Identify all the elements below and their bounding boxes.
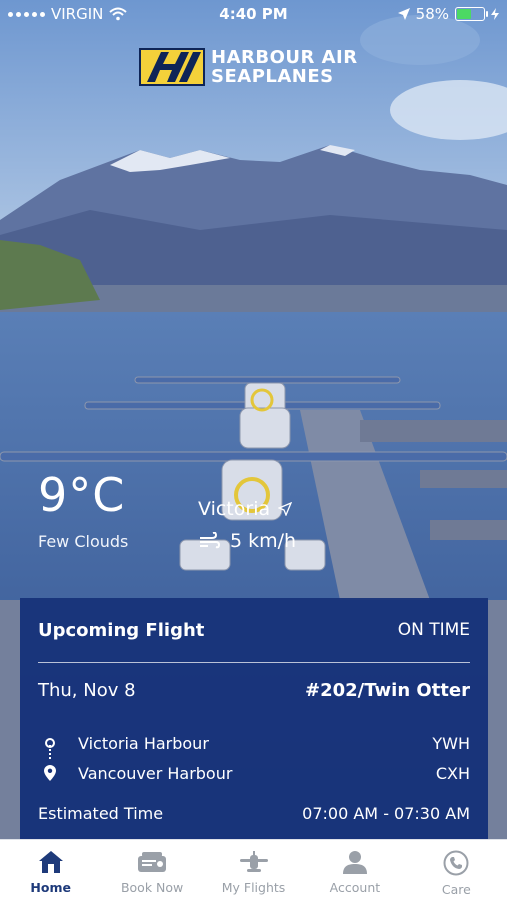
tab-care[interactable]: Care bbox=[406, 840, 507, 900]
tab-book-now-label: Book Now bbox=[120, 880, 184, 895]
weather-temperature: 9°C bbox=[38, 468, 126, 522]
route-destination: Vancouver Harbour CXH bbox=[38, 758, 470, 788]
upcoming-flight-card[interactable]: Upcoming Flight ON TIME Thu, Nov 8 #202/… bbox=[20, 598, 488, 840]
tab-home[interactable]: Home bbox=[0, 840, 101, 900]
tab-home-label: Home bbox=[30, 880, 71, 895]
tab-care-label: Care bbox=[441, 882, 471, 897]
home-icon bbox=[38, 851, 63, 873]
status-right: 58% bbox=[397, 5, 499, 23]
phone-icon bbox=[443, 850, 469, 876]
home-screen: VIRGIN 4:40 PM 58% HARBOUR AIR SEAPLANES… bbox=[0, 0, 507, 900]
map-pin-icon bbox=[44, 765, 56, 781]
tab-account-label: Account bbox=[329, 880, 381, 895]
wind-speed: 5 km/h bbox=[230, 530, 297, 552]
logo-line1: HARBOUR AIR bbox=[211, 47, 358, 68]
card-header: Upcoming Flight ON TIME bbox=[38, 618, 470, 642]
destination-code: CXH bbox=[435, 763, 470, 783]
tab-account[interactable]: Account bbox=[304, 840, 405, 900]
tab-my-flights-label: My Flights bbox=[221, 880, 286, 895]
flight-number: #202/Twin Otter bbox=[304, 680, 470, 701]
weather-location[interactable]: Victoria bbox=[198, 498, 293, 520]
battery-percent: 58% bbox=[415, 5, 449, 23]
logo-line2: SEAPLANES bbox=[211, 66, 334, 87]
battery-icon bbox=[455, 7, 488, 21]
charging-icon bbox=[491, 8, 499, 20]
wind-icon bbox=[200, 532, 220, 549]
flight-summary: Thu, Nov 8 #202/Twin Otter bbox=[38, 680, 470, 701]
route-origin: Victoria Harbour YWH bbox=[38, 728, 470, 758]
tab-my-flights[interactable]: My Flights bbox=[203, 840, 304, 900]
estimated-time-label: Estimated Time bbox=[38, 804, 164, 823]
tab-bar: Home Book Now My Flights Account Care bbox=[0, 839, 507, 900]
logo-mark bbox=[139, 48, 205, 86]
location-arrow-icon bbox=[278, 502, 293, 516]
plane-icon bbox=[239, 851, 268, 872]
status-bar: VIRGIN 4:40 PM 58% bbox=[0, 0, 507, 30]
flight-date: Thu, Nov 8 bbox=[38, 680, 136, 701]
weather-wind: 5 km/h bbox=[198, 530, 296, 552]
card-divider bbox=[38, 662, 470, 663]
route-connector bbox=[49, 745, 51, 759]
weather-condition: Few Clouds bbox=[38, 532, 129, 551]
brand-logo: HARBOUR AIR SEAPLANES bbox=[139, 48, 358, 86]
ticket-icon bbox=[138, 852, 167, 872]
weather-location-label: Victoria bbox=[198, 498, 271, 520]
user-icon bbox=[342, 851, 367, 874]
card-title: Upcoming Flight bbox=[38, 619, 205, 641]
flight-route: Victoria Harbour YWH Vancouver Harbour C… bbox=[38, 728, 470, 788]
estimated-time-value: 07:00 AM - 07:30 AM bbox=[302, 804, 470, 823]
location-arrow-icon bbox=[397, 8, 410, 20]
origin-code: YWH bbox=[432, 733, 470, 753]
flight-status: ON TIME bbox=[397, 620, 470, 640]
estimated-time-row: Estimated Time 07:00 AM - 07:30 AM bbox=[38, 804, 470, 823]
destination-name: Vancouver Harbour bbox=[78, 763, 233, 783]
tab-book-now[interactable]: Book Now bbox=[101, 840, 202, 900]
origin-name: Victoria Harbour bbox=[78, 733, 209, 753]
logo-wordmark: HARBOUR AIR SEAPLANES bbox=[211, 48, 358, 86]
